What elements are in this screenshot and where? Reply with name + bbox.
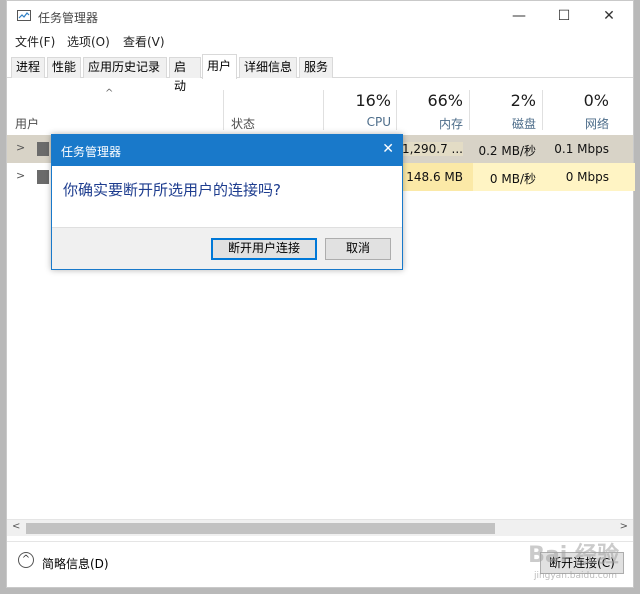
title-bar: 任务管理器 — ☐ ✕	[7, 1, 633, 31]
column-separator	[223, 90, 224, 130]
scrollbar-thumb[interactable]	[26, 523, 495, 534]
tab-startup[interactable]: 启动	[169, 57, 201, 93]
task-manager-icon	[17, 10, 31, 21]
close-button[interactable]: ✕	[594, 5, 624, 27]
column-header-network[interactable]: 网络	[545, 115, 609, 132]
user-avatar-icon	[37, 142, 49, 156]
column-separator	[396, 90, 397, 130]
baidu-watermark: Bai 经验	[528, 543, 619, 568]
dialog-title-bar: 任务管理器 ✕	[52, 135, 402, 166]
expand-chevron-icon[interactable]: >	[16, 169, 25, 182]
tab-details[interactable]: 详细信息	[239, 57, 297, 78]
column-separator	[542, 90, 543, 130]
row-disk: 0.2 MB/秒	[478, 144, 536, 158]
column-separator	[323, 90, 324, 130]
memory-percent: 66%	[427, 91, 463, 110]
network-percent: 0%	[583, 91, 609, 110]
tab-processes[interactable]: 进程	[11, 57, 45, 78]
row-memory: 1,290.7 ...	[399, 142, 463, 156]
user-avatar-icon	[37, 170, 49, 184]
dialog-message: 你确实要断开所选用户的连接吗?	[63, 181, 281, 199]
menu-options[interactable]: 选项(O)	[67, 33, 110, 50]
baidu-watermark-url: jingyan.baidu.com	[533, 571, 617, 581]
confirm-dialog: 任务管理器 ✕ 你确实要断开所选用户的连接吗? 断开用户连接 取消	[51, 134, 403, 270]
dialog-footer: 断开用户连接 取消	[52, 227, 402, 269]
tab-bar: 进程 性能 应用历史记录 启动 用户 详细信息 服务	[7, 54, 633, 93]
window-title: 任务管理器	[38, 11, 99, 25]
menu-bar: 文件(F) 选项(O) 查看(V)	[7, 33, 633, 51]
expand-chevron-icon[interactable]: >	[16, 141, 25, 154]
sort-caret-icon: ^	[105, 88, 114, 99]
scroll-right-icon[interactable]: >	[620, 521, 628, 532]
row-network: 0 Mbps	[565, 170, 609, 184]
menu-view[interactable]: 查看(V)	[123, 33, 165, 50]
disk-percent: 2%	[510, 91, 536, 110]
row-network: 0.1 Mbps	[554, 142, 609, 156]
menu-file[interactable]: 文件(F)	[15, 33, 55, 50]
column-header-disk[interactable]: 磁盘	[473, 115, 536, 132]
column-header-user[interactable]: 用户	[15, 115, 39, 132]
row-memory: 148.6 MB	[406, 170, 463, 184]
horizontal-scrollbar[interactable]: < >	[7, 519, 633, 536]
task-manager-window: 任务管理器 — ☐ ✕ 文件(F) 选项(O) 查看(V) 进程 性能 应用历史…	[6, 0, 635, 588]
column-header-memory[interactable]: 内存	[399, 115, 463, 132]
cancel-button[interactable]: 取消	[325, 238, 391, 260]
scroll-left-icon[interactable]: <	[12, 521, 20, 532]
column-header-status[interactable]: 状态	[231, 115, 255, 132]
cpu-percent: 16%	[355, 91, 391, 110]
column-separator	[469, 90, 470, 130]
maximize-button[interactable]: ☐	[549, 5, 579, 27]
chevron-up-icon[interactable]: ^	[18, 552, 34, 568]
tab-performance[interactable]: 性能	[47, 57, 81, 78]
dialog-close-button[interactable]: ✕	[382, 141, 394, 157]
column-header-cpu[interactable]: CPU	[329, 115, 391, 129]
fewer-details-link[interactable]: 简略信息(D)	[42, 555, 109, 572]
dialog-title: 任务管理器	[61, 145, 122, 159]
minimize-button[interactable]: —	[504, 5, 534, 27]
tab-services[interactable]: 服务	[299, 57, 333, 78]
tab-users[interactable]: 用户	[202, 54, 237, 79]
confirm-disconnect-button[interactable]: 断开用户连接	[211, 238, 317, 260]
tab-app-history[interactable]: 应用历史记录	[83, 57, 167, 78]
row-disk: 0 MB/秒	[489, 172, 536, 186]
